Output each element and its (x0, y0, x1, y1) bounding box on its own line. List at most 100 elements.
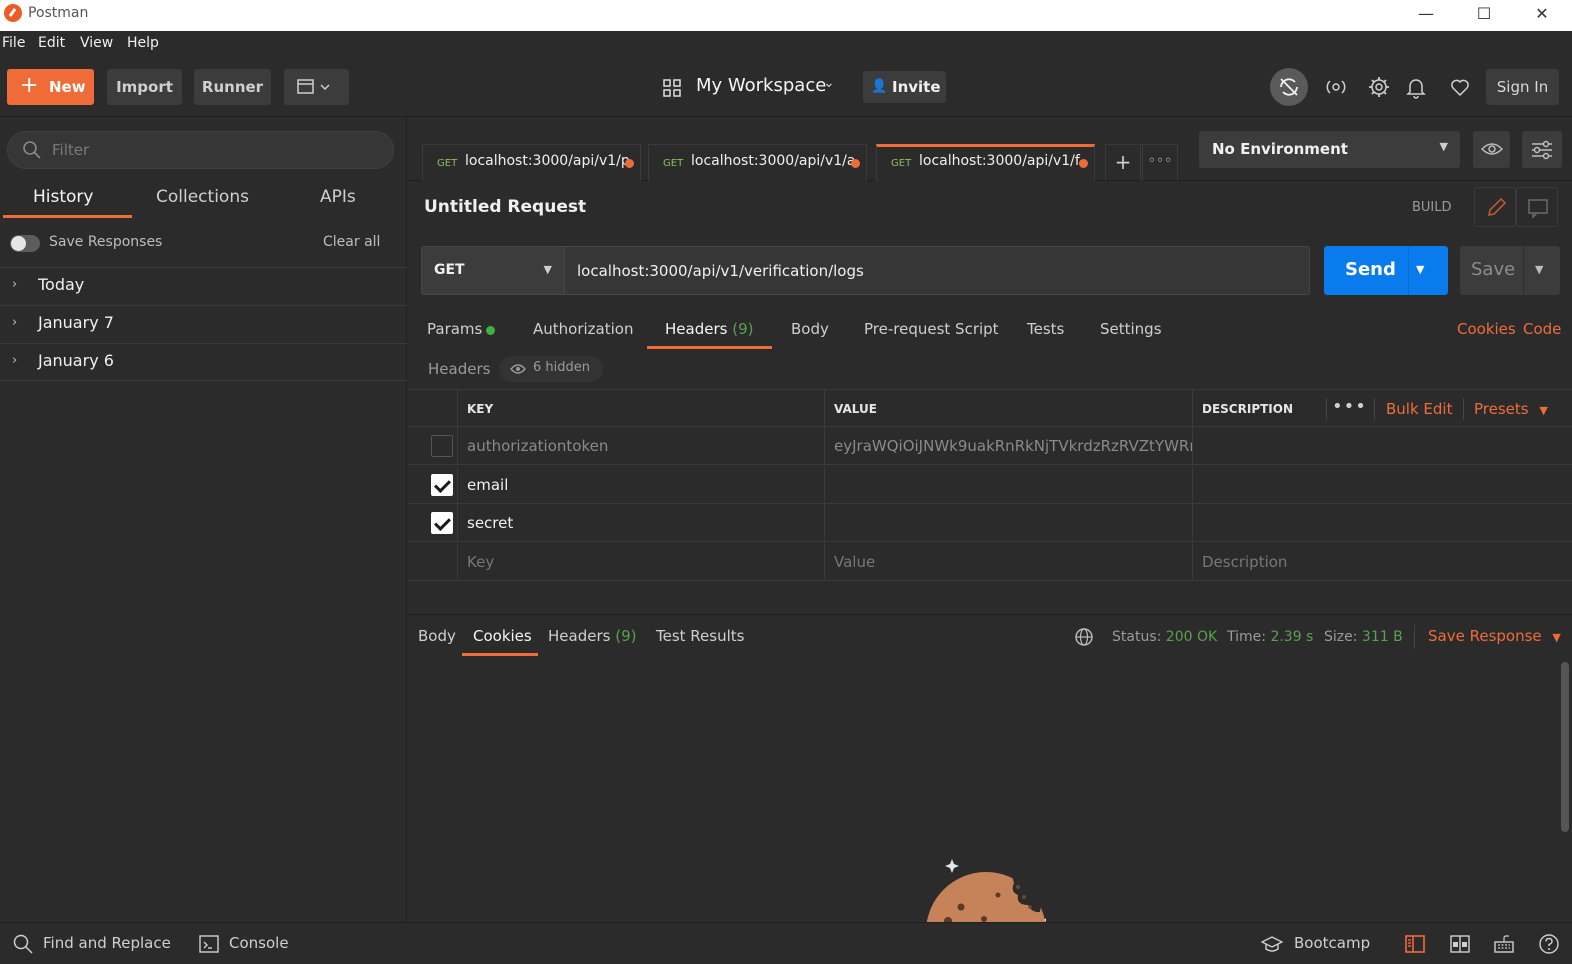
response-tab-body[interactable]: Body (418, 627, 456, 645)
header-value[interactable]: eyJraWQiOiJNWk9uakRnRkNjTVkrdzRzRVZtYWRr… (825, 427, 1193, 465)
tab-pre-request-script[interactable]: Pre-request Script (864, 320, 999, 338)
globe-icon[interactable] (1074, 627, 1094, 647)
response-size: Size: 311 B (1324, 629, 1403, 645)
request-tab[interactable]: GET localhost:3000/api/v1/a... (648, 144, 867, 181)
bulk-edit-link[interactable]: Bulk Edit (1386, 400, 1452, 418)
history-group-today[interactable]: › Today (0, 267, 407, 305)
header-description[interactable] (1193, 466, 1572, 504)
request-title[interactable]: Untitled Request (424, 197, 586, 217)
send-button[interactable]: Send ▼ (1324, 246, 1448, 295)
two-pane-layout-icon[interactable] (1404, 933, 1426, 955)
menu-file[interactable]: File (2, 35, 25, 51)
time-value: 2.39 s (1270, 629, 1314, 645)
response-tab-cookies[interactable]: Cookies (473, 627, 532, 645)
response-tab-test-results[interactable]: Test Results (656, 627, 744, 645)
response-scrollbar[interactable] (1561, 662, 1569, 832)
bootcamp-button[interactable]: Bootcamp (1294, 934, 1370, 952)
tab-params[interactable]: Params (427, 320, 482, 338)
new-value-input[interactable]: Value (825, 543, 1193, 581)
comments-button[interactable] (1516, 187, 1558, 227)
menu-edit[interactable]: Edit (38, 35, 65, 51)
manage-environments-button[interactable] (1522, 131, 1562, 168)
save-response-dropdown[interactable]: Save Response ▼ (1428, 627, 1561, 645)
header-key[interactable]: secret (458, 504, 825, 542)
request-tab-active[interactable]: GET localhost:3000/api/v1/f... (876, 144, 1095, 181)
request-tab[interactable]: GET localhost:3000/api/v1/p... (422, 144, 641, 181)
heart-icon[interactable] (1442, 69, 1478, 105)
minimize-button[interactable]: — (1403, 0, 1449, 31)
new-description-input[interactable]: Description (1193, 543, 1572, 581)
row-checkbox[interactable] (431, 435, 453, 457)
response-tab-headers[interactable]: Headers (9) (548, 627, 636, 645)
tab-settings[interactable]: Settings (1100, 320, 1162, 338)
bell-icon[interactable] (1398, 69, 1434, 105)
save-responses-toggle[interactable] (10, 235, 40, 252)
header-value[interactable] (825, 466, 1193, 504)
chevron-right-icon: › (12, 277, 18, 292)
environment-selector[interactable]: No Environment ▼ (1199, 131, 1460, 168)
keyboard-shortcuts-icon[interactable] (1493, 933, 1515, 955)
request-tab-method: GET (437, 158, 458, 169)
sign-in-button[interactable]: Sign In (1486, 69, 1559, 105)
tab-collections[interactable]: Collections (156, 187, 249, 207)
more-options-icon[interactable]: ••• (1332, 396, 1367, 417)
environment-quick-look-button[interactable] (1473, 131, 1510, 168)
response-tab-headers-label: Headers (548, 627, 611, 645)
cookies-link[interactable]: Cookies (1457, 320, 1516, 338)
presets-dropdown[interactable]: Presets ▼ (1474, 400, 1548, 418)
grid-layout-icon[interactable] (1449, 933, 1471, 955)
size-value: 311 B (1361, 629, 1403, 645)
row-checkbox[interactable] (431, 474, 453, 496)
find-and-replace-button[interactable]: Find and Replace (43, 934, 171, 952)
console-button[interactable]: Console (229, 934, 289, 952)
capture-requests-icon[interactable] (1318, 69, 1354, 105)
divider (1326, 398, 1327, 420)
cookie-illustration-icon (926, 859, 1046, 922)
maximize-button[interactable]: ☐ (1461, 0, 1507, 31)
header-description[interactable] (1193, 427, 1572, 465)
import-button[interactable]: Import (107, 69, 182, 105)
new-key-input[interactable]: Key (458, 543, 825, 581)
header-key[interactable]: authorizationtoken (458, 427, 825, 465)
send-options-caret-icon[interactable]: ▼ (1416, 263, 1424, 276)
new-window-button[interactable] (284, 69, 349, 105)
help-icon[interactable] (1538, 933, 1560, 955)
add-tab-button[interactable]: + (1105, 144, 1141, 181)
save-responses-label: Save Responses (49, 234, 163, 250)
filter-input[interactable] (52, 141, 352, 159)
url-input[interactable]: localhost:3000/api/v1/verification/logs (565, 246, 1310, 295)
header-value[interactable] (825, 504, 1193, 542)
row-checkbox-cell (408, 466, 458, 504)
tab-authorization[interactable]: Authorization (533, 320, 633, 338)
sync-off-icon[interactable] (1270, 68, 1308, 106)
hidden-headers-toggle[interactable]: 6 hidden (499, 356, 603, 382)
code-link[interactable]: Code (1523, 320, 1561, 338)
more-tabs-button[interactable]: ◦◦◦ (1142, 144, 1178, 181)
runner-button[interactable]: Runner (194, 69, 271, 105)
gear-icon[interactable] (1361, 69, 1397, 105)
save-button[interactable]: Save ▼ (1460, 246, 1560, 295)
tab-tests[interactable]: Tests (1027, 320, 1064, 338)
add-user-icon: 👤 (871, 79, 888, 94)
tab-body[interactable]: Body (791, 320, 829, 338)
filter-box[interactable] (7, 131, 394, 169)
menu-view[interactable]: View (80, 35, 113, 51)
invite-button[interactable]: 👤 Invite (863, 71, 946, 103)
close-window-button[interactable]: ✕ (1519, 0, 1565, 31)
edit-request-button[interactable] (1474, 187, 1516, 227)
clear-all-button[interactable]: Clear all (323, 234, 380, 250)
menu-help[interactable]: Help (127, 35, 159, 51)
tab-apis[interactable]: APIs (320, 187, 356, 207)
method-select[interactable]: GET ▼ (421, 246, 565, 295)
eye-icon (1480, 143, 1503, 155)
header-description[interactable] (1193, 504, 1572, 542)
row-checkbox[interactable] (431, 512, 453, 534)
tab-history[interactable]: History (33, 187, 93, 207)
history-group-january-6[interactable]: › January 6 (0, 343, 407, 381)
save-options-caret-icon[interactable]: ▼ (1535, 263, 1543, 276)
tab-headers[interactable]: Headers (9) (665, 320, 753, 338)
header-key[interactable]: email (458, 466, 825, 504)
history-group-january-7[interactable]: › January 7 (0, 305, 407, 343)
chevron-right-icon: › (12, 353, 18, 368)
new-button[interactable]: + New (7, 69, 94, 105)
